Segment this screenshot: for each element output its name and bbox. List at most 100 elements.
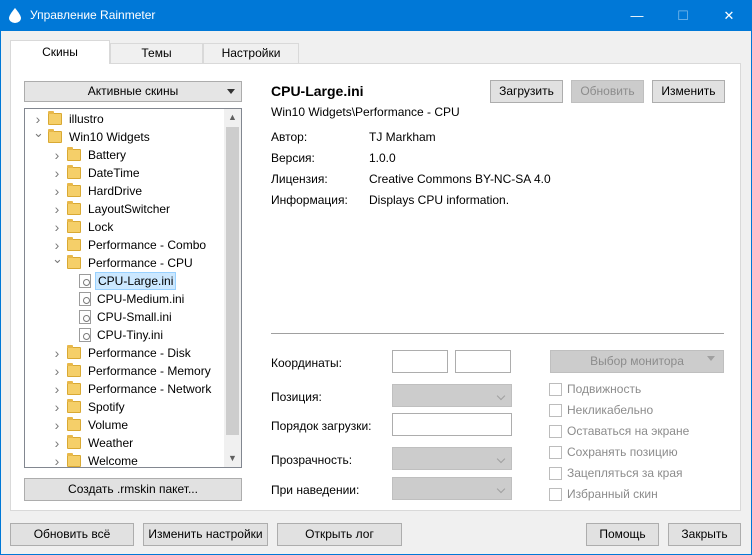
checkbox[interactable] — [549, 383, 562, 396]
checkbox[interactable] — [549, 467, 562, 480]
chevron-down-icon — [496, 391, 506, 401]
close-window-button[interactable]: ✕ — [706, 0, 752, 31]
tree-item-label: CPU-Medium.ini — [97, 292, 185, 306]
on-hover-label: При наведении: — [271, 483, 360, 497]
tree-folder-item[interactable]: ⌄ Performance - CPU — [25, 251, 225, 272]
coord-y-input[interactable] — [455, 350, 511, 373]
load-order-input[interactable] — [392, 413, 512, 436]
chevron-right-icon[interactable]: › — [52, 164, 62, 182]
window-title: Управление Rainmeter — [30, 8, 156, 22]
tab-themes[interactable]: Темы — [110, 43, 203, 64]
tree-folder-item[interactable]: › HardDrive — [25, 182, 225, 200]
skin-path: Win10 Widgets\Performance - CPU — [271, 105, 460, 119]
tree-item-label: Performance - CPU — [88, 256, 193, 270]
skin-file-icon — [79, 310, 91, 324]
tree-item-label: Volume — [88, 418, 129, 432]
checkbox[interactable] — [549, 488, 562, 501]
chevron-right-icon[interactable]: › — [52, 146, 62, 164]
chevron-right-icon[interactable]: › — [52, 434, 62, 452]
help-button[interactable]: Помощь — [586, 523, 659, 546]
scroll-up-icon[interactable]: ▲ — [224, 109, 241, 126]
license-value: Creative Commons BY-NC-SA 4.0 — [369, 172, 551, 186]
version-label: Версия: — [271, 151, 315, 165]
tree-folder-item[interactable]: › Performance - Network — [25, 380, 225, 398]
chevron-down-icon[interactable]: ⌄ — [52, 250, 63, 268]
tree-file-item[interactable]: CPU-Small.ini — [25, 308, 225, 326]
chevron-right-icon[interactable]: › — [52, 200, 62, 218]
coord-x-input[interactable] — [392, 350, 448, 373]
monitor-select-label: Выбор монитора — [590, 354, 684, 368]
tab-settings[interactable]: Настройки — [203, 43, 299, 64]
tree-scrollbar[interactable]: ▲ ▼ — [224, 109, 241, 467]
chevron-right-icon[interactable]: › — [52, 416, 62, 434]
scroll-down-icon[interactable]: ▼ — [224, 450, 241, 467]
tree-item-label: HardDrive — [88, 184, 143, 198]
tree-item-label: illustro — [69, 112, 104, 126]
tree-file-item[interactable]: CPU-Medium.ini — [25, 290, 225, 308]
refresh-all-button[interactable]: Обновить всё — [10, 523, 134, 546]
folder-icon — [67, 399, 81, 413]
checkbox[interactable] — [549, 404, 562, 417]
chevron-right-icon[interactable]: › — [52, 380, 62, 398]
chevron-down-icon[interactable]: ⌄ — [33, 124, 44, 142]
load-button[interactable]: Загрузить — [490, 80, 563, 103]
divider — [271, 333, 724, 334]
chevron-down-icon — [496, 454, 506, 464]
transparency-select[interactable] — [392, 447, 512, 470]
folder-icon — [67, 147, 81, 161]
create-rmskin-button[interactable]: Создать .rmskin пакет... — [24, 478, 242, 501]
tree-folder-item[interactable]: › Performance - Memory — [25, 362, 225, 380]
monitor-select[interactable]: Выбор монитора — [550, 350, 724, 373]
checkbox[interactable] — [549, 425, 562, 438]
folder-icon — [67, 363, 81, 377]
close-button[interactable]: Закрыть — [668, 523, 741, 546]
edit-button[interactable]: Изменить — [652, 80, 725, 103]
rainmeter-drop-icon — [9, 8, 21, 23]
folder-icon — [67, 345, 81, 359]
chevron-right-icon[interactable]: › — [52, 398, 62, 416]
tree-folder-item[interactable]: › Volume — [25, 416, 225, 434]
tree-file-item[interactable]: CPU-Large.ini — [25, 272, 225, 290]
active-skins-dropdown[interactable]: Активные скины — [24, 81, 242, 102]
folder-icon — [67, 453, 81, 467]
tree-folder-item[interactable]: ⌄ Win10 Widgets — [25, 125, 225, 146]
info-value: Displays CPU information. — [369, 193, 510, 207]
tree-folder-item[interactable]: › Battery — [25, 146, 225, 164]
on-hover-select[interactable] — [392, 477, 512, 500]
checkbox[interactable] — [549, 446, 562, 459]
position-label: Позиция: — [271, 390, 322, 404]
refresh-button[interactable]: Обновить — [571, 80, 644, 103]
tree-folder-item[interactable]: › Lock — [25, 218, 225, 236]
tree-item-label: Battery — [88, 148, 127, 162]
folder-icon — [67, 183, 81, 197]
tree-item-label: Performance - Network — [88, 382, 212, 396]
open-log-button[interactable]: Открыть лог — [277, 523, 402, 546]
chevron-right-icon[interactable]: › — [52, 182, 62, 200]
tree-folder-item[interactable]: › Spotify — [25, 398, 225, 416]
edit-settings-button[interactable]: Изменить настройки — [143, 523, 268, 546]
position-select[interactable] — [392, 384, 512, 407]
minimize-button[interactable]: — — [614, 0, 660, 31]
tab-skins[interactable]: Скины — [10, 40, 110, 64]
tree-file-item[interactable]: CPU-Tiny.ini — [25, 326, 225, 344]
tree-folder-item[interactable]: › LayoutSwitcher — [25, 200, 225, 218]
tree-folder-item[interactable]: › Performance - Disk — [25, 344, 225, 362]
tree-folder-item[interactable]: › Weather — [25, 434, 225, 452]
transparency-label: Прозрачность: — [271, 453, 353, 467]
maximize-button[interactable]: ☐ — [660, 0, 706, 31]
tree-folder-item[interactable]: › illustro — [25, 110, 225, 128]
check-label: Оставаться на экране — [567, 424, 690, 438]
chevron-right-icon[interactable]: › — [52, 344, 62, 362]
scroll-thumb[interactable] — [226, 127, 239, 435]
chevron-right-icon[interactable]: › — [52, 362, 62, 380]
tree-item-label: LayoutSwitcher — [88, 202, 171, 216]
folder-icon — [67, 381, 81, 395]
chevron-right-icon[interactable]: › — [52, 452, 62, 467]
tree-folder-item[interactable]: › Welcome — [25, 452, 225, 467]
tree-folder-item[interactable]: › DateTime — [25, 164, 225, 182]
coords-label: Координаты: — [271, 356, 342, 370]
author-value: TJ Markham — [369, 130, 436, 144]
skins-tree[interactable]: › illustro ⌄ Win10 Widgets › Battery › DateTime… — [24, 108, 242, 468]
chevron-right-icon[interactable]: › — [52, 218, 62, 236]
author-label: Автор: — [271, 130, 308, 144]
